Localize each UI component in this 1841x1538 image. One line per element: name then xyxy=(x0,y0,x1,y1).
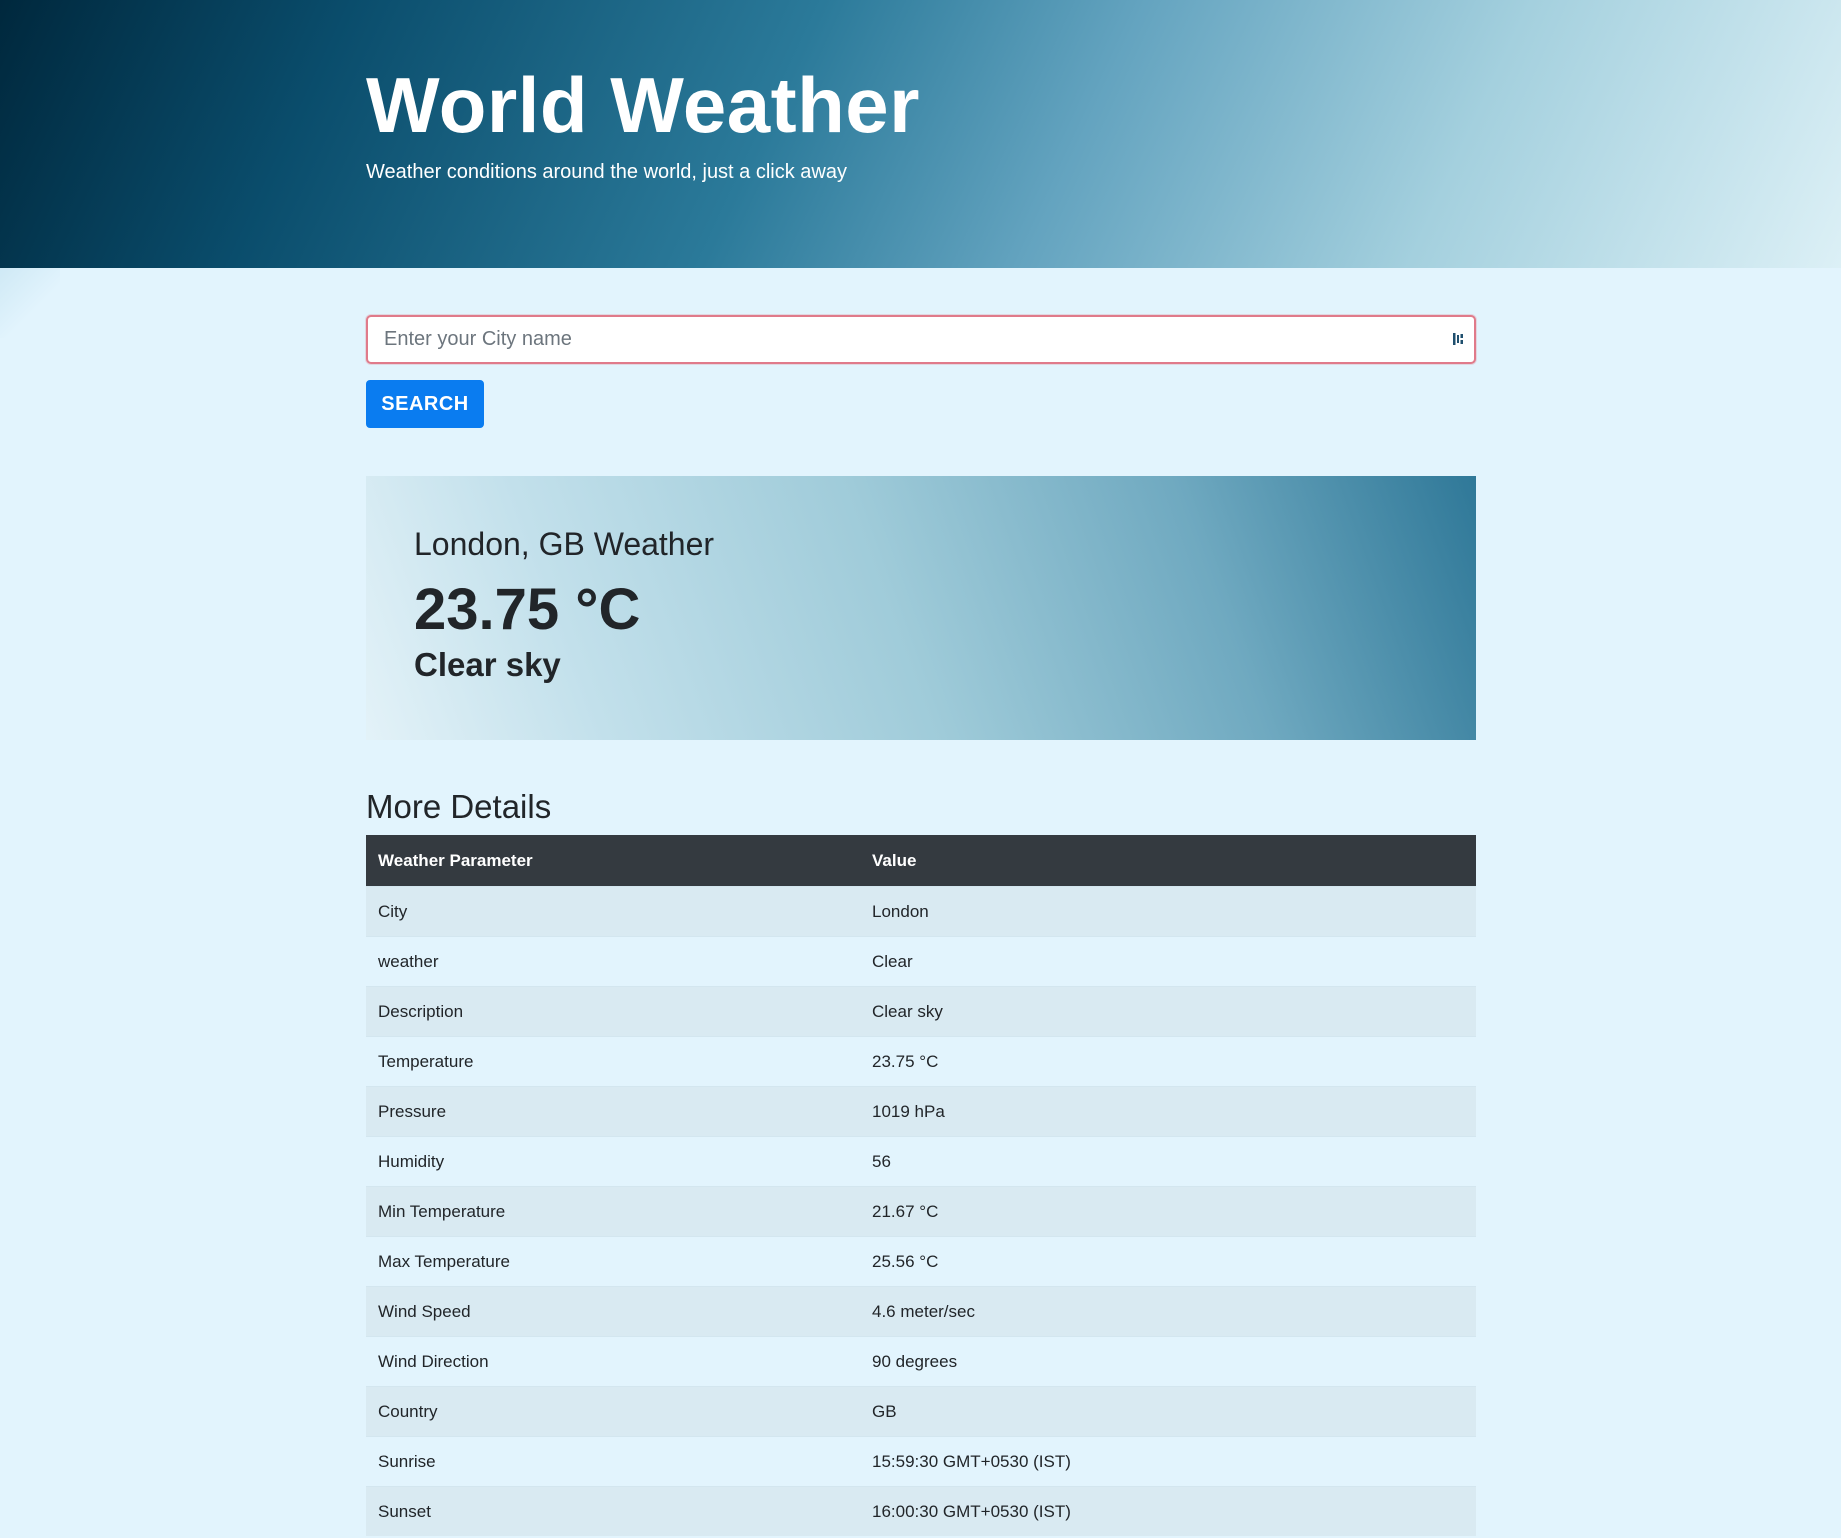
value-cell: 56 xyxy=(860,1136,1476,1187)
page-subtitle: Weather conditions around the world, jus… xyxy=(366,161,847,183)
param-cell: Sunrise xyxy=(366,1436,860,1487)
table-row: Sunset 16:00:30 GMT+0530 (IST) xyxy=(366,1486,1476,1536)
current-temperature: 23.75 °C xyxy=(414,577,641,642)
param-cell: Temperature xyxy=(366,1036,860,1087)
weather-summary-card: London, GB Weather 23.75 °C Clear sky xyxy=(366,476,1476,740)
param-cell: City xyxy=(366,886,860,937)
table-row: Description Clear sky xyxy=(366,986,1476,1037)
value-cell: 4.6 meter/sec xyxy=(860,1286,1476,1337)
hero-shadow xyxy=(0,268,60,338)
table-header-row: Weather Parameter Value xyxy=(366,835,1476,887)
value-cell: Clear xyxy=(860,936,1476,987)
table-row: Temperature 23.75 °C xyxy=(366,1036,1476,1087)
param-cell: Humidity xyxy=(366,1136,860,1187)
column-header-value: Value xyxy=(860,835,1476,887)
table-row: Country GB xyxy=(366,1386,1476,1437)
city-search-input[interactable] xyxy=(368,317,1438,362)
param-cell: weather xyxy=(366,936,860,987)
value-cell: London xyxy=(860,886,1476,937)
value-cell: GB xyxy=(860,1386,1476,1437)
table-row: Pressure 1019 hPa xyxy=(366,1086,1476,1137)
value-cell: Clear sky xyxy=(860,986,1476,1037)
table-row: Max Temperature 25.56 °C xyxy=(366,1236,1476,1287)
weather-details-table: Weather Parameter Value City London weat… xyxy=(366,835,1476,1536)
table-row: Wind Speed 4.6 meter/sec xyxy=(366,1286,1476,1337)
param-cell: Sunset xyxy=(366,1486,860,1536)
param-cell: Wind Direction xyxy=(366,1336,860,1387)
table-row: Humidity 56 xyxy=(366,1136,1476,1187)
search-button[interactable]: SEARCH xyxy=(366,380,484,428)
value-cell: 25.56 °C xyxy=(860,1236,1476,1287)
param-cell: Country xyxy=(366,1386,860,1437)
hero-banner xyxy=(0,0,1841,268)
page-title: World Weather xyxy=(366,61,921,149)
table-row: City London xyxy=(366,886,1476,937)
param-cell: Min Temperature xyxy=(366,1186,860,1237)
param-cell: Pressure xyxy=(366,1086,860,1137)
value-cell: 1019 hPa xyxy=(860,1086,1476,1137)
value-cell: 23.75 °C xyxy=(860,1036,1476,1087)
details-heading: More Details xyxy=(366,788,552,825)
table-row: weather Clear xyxy=(366,936,1476,987)
value-cell: 90 degrees xyxy=(860,1336,1476,1387)
city-weather-heading: London, GB Weather xyxy=(414,526,715,562)
table-row: Sunrise 15:59:30 GMT+0530 (IST) xyxy=(366,1436,1476,1487)
param-cell: Wind Speed xyxy=(366,1286,860,1337)
password-manager-icon[interactable] xyxy=(1452,331,1466,347)
table-row: Wind Direction 90 degrees xyxy=(366,1336,1476,1387)
value-cell: 21.67 °C xyxy=(860,1186,1476,1237)
table-row: Min Temperature 21.67 °C xyxy=(366,1186,1476,1237)
search-field xyxy=(366,315,1476,364)
param-cell: Max Temperature xyxy=(366,1236,860,1287)
param-cell: Description xyxy=(366,986,860,1037)
value-cell: 16:00:30 GMT+0530 (IST) xyxy=(860,1486,1476,1536)
weather-description: Clear sky xyxy=(414,646,561,683)
column-header-parameter: Weather Parameter xyxy=(366,835,860,887)
value-cell: 15:59:30 GMT+0530 (IST) xyxy=(860,1436,1476,1487)
